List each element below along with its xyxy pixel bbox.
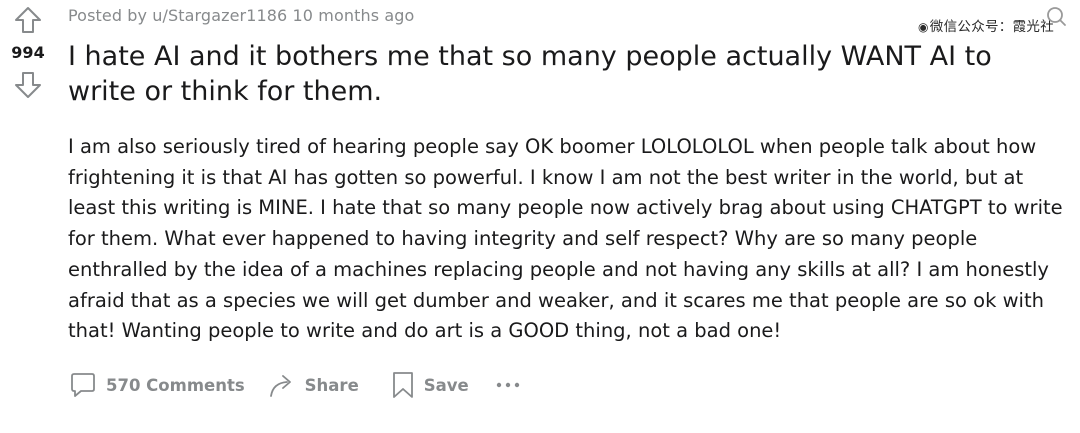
- vote-score: 994: [11, 43, 45, 62]
- post-body: I am also seriously tired of hearing peo…: [68, 135, 1063, 343]
- watermark: ◉微信公众号：霞光社: [918, 15, 1054, 35]
- speech-bubble-icon: [71, 373, 95, 397]
- post-meta: Posted by u/Stargazer1186 10 months ago: [68, 6, 415, 25]
- watermark-text: 微信公众号：霞光社: [929, 19, 1054, 35]
- three-dots-icon: [496, 382, 519, 388]
- bookmark-icon: [392, 372, 413, 398]
- arrow-down-outline-icon: [15, 72, 41, 98]
- search-icon[interactable]: [1044, 5, 1068, 29]
- share-button[interactable]: Share: [267, 366, 359, 404]
- more-options-button[interactable]: [495, 366, 521, 404]
- comments-label: 570 Comments: [106, 375, 245, 395]
- post-title[interactable]: I hate AI and it bothers me that so many…: [68, 39, 1063, 109]
- post-actions: 570 Comments Share Save: [68, 366, 521, 404]
- share-label: Share: [304, 375, 359, 395]
- watermark-logo-icon: ◉: [918, 20, 929, 34]
- save-button[interactable]: Save: [390, 366, 469, 404]
- vote-column: 994: [0, 0, 56, 103]
- curved-arrow-share-icon: [269, 375, 291, 397]
- downvote-button[interactable]: [10, 67, 46, 103]
- comments-button[interactable]: 570 Comments: [68, 366, 245, 404]
- save-label: Save: [423, 375, 469, 395]
- upvote-button[interactable]: [10, 2, 46, 38]
- arrow-up-outline-icon: [15, 7, 41, 33]
